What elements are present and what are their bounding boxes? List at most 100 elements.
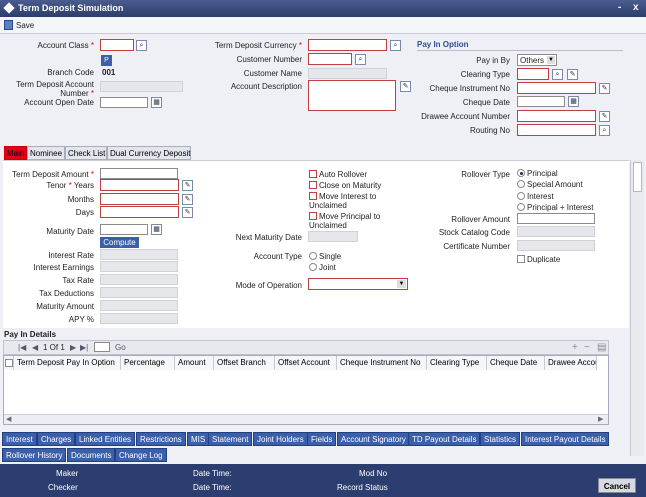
- column-header[interactable]: Percentage: [121, 356, 175, 370]
- first-page-icon[interactable]: |◀: [18, 343, 26, 352]
- rollover-interest-radio[interactable]: [517, 192, 525, 200]
- rollover-amount-input[interactable]: [517, 213, 595, 224]
- cheque-date-input[interactable]: [517, 96, 565, 107]
- mode-of-operation-select[interactable]: ▼: [308, 278, 408, 290]
- fields-button[interactable]: Fields: [307, 432, 337, 446]
- interest-payout-details-button[interactable]: Interest Payout Details: [521, 432, 610, 446]
- select-all-checkbox[interactable]: [5, 359, 13, 367]
- column-header[interactable]: Drawee Accou: [545, 356, 597, 370]
- add-row-icon[interactable]: +: [572, 342, 578, 353]
- tab-dual-currency-deposit[interactable]: Dual Currency Deposit: [107, 146, 191, 160]
- go-button[interactable]: Go: [115, 343, 126, 352]
- clearing-edit-icon[interactable]: ✎: [567, 69, 578, 80]
- joint-radio[interactable]: [309, 263, 317, 271]
- tab-check-list[interactable]: Check List: [65, 146, 107, 160]
- mis-button[interactable]: MIS: [187, 432, 210, 446]
- column-header[interactable]: Cheque Date: [487, 356, 545, 370]
- column-header[interactable]: Clearing Type: [427, 356, 487, 370]
- interest-button[interactable]: Interest: [2, 432, 37, 446]
- cancel-button[interactable]: Cancel: [598, 478, 636, 493]
- interest-earnings-value: [100, 261, 178, 272]
- customer-number-input[interactable]: [308, 53, 352, 65]
- td-payout-details-button[interactable]: TD Payout Details: [408, 432, 481, 446]
- p-button[interactable]: P: [101, 55, 112, 66]
- compute-button[interactable]: Compute: [100, 237, 139, 248]
- prev-page-icon[interactable]: ◀: [32, 343, 38, 352]
- tab-main[interactable]: Main: [4, 146, 27, 160]
- column-header[interactable]: Term Deposit Pay In Option: [14, 356, 121, 370]
- close-on-maturity-checkbox[interactable]: [309, 181, 317, 189]
- drawee-edit-icon[interactable]: ✎: [599, 111, 610, 122]
- vertical-scrollbar[interactable]: [630, 160, 644, 456]
- tab-nominee[interactable]: Nominee: [27, 146, 65, 160]
- toolbar: Save: [0, 17, 646, 34]
- days-input[interactable]: [100, 206, 179, 218]
- maturity-calendar-icon[interactable]: ▦: [151, 224, 162, 235]
- scroll-right-icon[interactable]: ▶: [598, 415, 603, 423]
- last-page-icon[interactable]: ▶|: [80, 343, 88, 352]
- documents-button[interactable]: Documents: [67, 448, 116, 462]
- years-edit-icon[interactable]: ✎: [182, 180, 193, 191]
- clearing-lov-icon[interactable]: ⌕: [552, 69, 563, 80]
- joint-holders-button[interactable]: Joint Holders: [253, 432, 308, 446]
- currency-lov-icon[interactable]: ⌕: [390, 40, 401, 51]
- save-icon[interactable]: [4, 20, 13, 30]
- change-log-button[interactable]: Change Log: [115, 448, 167, 462]
- cheque-edit-icon[interactable]: ✎: [599, 83, 610, 94]
- duplicate-checkbox[interactable]: [517, 255, 525, 263]
- save-button[interactable]: Save: [16, 21, 34, 30]
- rollover-type-label: Rollover Type: [461, 170, 510, 179]
- scroll-left-icon[interactable]: ◀: [6, 415, 11, 423]
- statistics-button[interactable]: Statistics: [480, 432, 521, 446]
- rollover-history-button[interactable]: Rollover History: [2, 448, 67, 462]
- routing-no-input[interactable]: [517, 124, 596, 136]
- close-button[interactable]: x: [633, 2, 639, 13]
- customer-lov-icon[interactable]: ⌕: [355, 54, 366, 65]
- account-class-lov-icon[interactable]: ⌕: [136, 40, 147, 51]
- days-edit-icon[interactable]: ✎: [182, 207, 193, 218]
- td-account-number-input[interactable]: [100, 81, 183, 92]
- rollover-principal-radio[interactable]: [517, 169, 525, 177]
- customer-name-input[interactable]: [308, 68, 387, 79]
- rollover-special-amount-radio[interactable]: [517, 180, 525, 188]
- td-currency-input[interactable]: [308, 39, 387, 51]
- page-input[interactable]: [94, 342, 110, 352]
- months-input[interactable]: [100, 193, 179, 205]
- tenor-years-input[interactable]: [100, 179, 179, 191]
- account-signatory-button[interactable]: Account Signatory: [337, 432, 410, 446]
- certificate-number-label: Certificate Number: [443, 242, 510, 251]
- maturity-date-input[interactable]: [100, 224, 148, 235]
- charges-button[interactable]: Charges: [37, 432, 76, 446]
- cheque-calendar-icon[interactable]: ▦: [568, 96, 579, 107]
- single-radio[interactable]: [309, 252, 317, 260]
- linked-entities-button[interactable]: Linked Entities: [75, 432, 136, 446]
- auto-rollover-checkbox[interactable]: [309, 170, 317, 178]
- tenor-years-label: Tenor * Years: [46, 181, 94, 190]
- column-header[interactable]: Offset Branch: [214, 356, 275, 370]
- scroll-thumb[interactable]: [633, 162, 642, 192]
- column-header[interactable]: Amount: [175, 356, 214, 370]
- routing-lov-icon[interactable]: ⌕: [599, 125, 610, 136]
- delete-row-icon[interactable]: −: [584, 342, 590, 353]
- column-header[interactable]: Offset Account: [275, 356, 337, 370]
- calendar-icon[interactable]: ▦: [151, 97, 162, 108]
- account-open-date-input[interactable]: [100, 97, 148, 108]
- single-view-icon[interactable]: ▤: [597, 342, 606, 353]
- next-page-icon[interactable]: ▶: [70, 343, 76, 352]
- months-edit-icon[interactable]: ✎: [182, 194, 193, 205]
- statement-button[interactable]: Statement: [208, 432, 253, 446]
- rollover-interest-label: Interest: [527, 192, 554, 201]
- cheque-instrument-input[interactable]: [517, 82, 596, 94]
- restrictions-button[interactable]: Restrictions: [136, 432, 186, 446]
- td-amount-input[interactable]: [100, 168, 178, 179]
- account-class-input[interactable]: [100, 39, 134, 51]
- mod-no-label: Mod No: [359, 469, 388, 478]
- rollover-principal-interest-radio[interactable]: [517, 203, 525, 211]
- clearing-type-input[interactable]: [517, 68, 549, 80]
- column-header[interactable]: Cheque Instrument No: [337, 356, 427, 370]
- minimize-button[interactable]: -: [618, 2, 621, 13]
- grid-horizontal-scrollbar[interactable]: ◀ ▶: [4, 414, 608, 424]
- pay-in-by-select[interactable]: Others ▼: [517, 54, 557, 66]
- account-description-input[interactable]: [308, 80, 396, 111]
- drawee-account-input[interactable]: [517, 110, 596, 122]
